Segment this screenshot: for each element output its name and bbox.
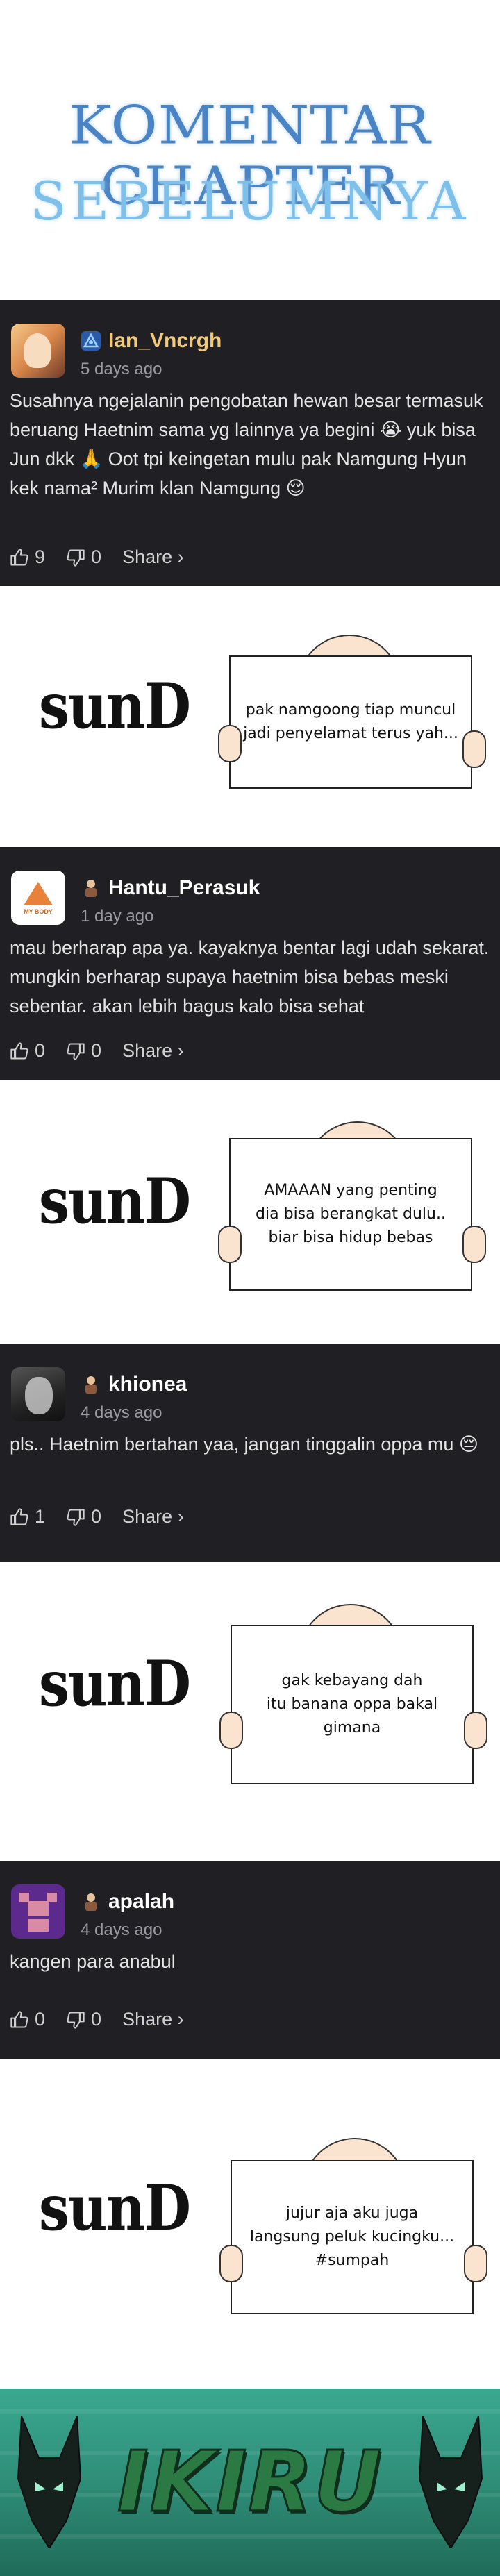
avatar[interactable] [11, 1884, 65, 1939]
like-button[interactable]: 1 [10, 1506, 45, 1528]
reply-panel: sunD gak kebayang dah itu banana oppa ba… [0, 1562, 500, 1861]
sign-text: jujur aja aku juga langsung peluk kucing… [249, 2205, 455, 2269]
comment-card: MY BODY Hantu_Perasuk 1 day ago mau berh… [0, 847, 500, 1080]
username[interactable]: apalah [108, 1890, 174, 1914]
right-hand [464, 2245, 488, 2282]
dislike-button[interactable]: 0 [66, 546, 101, 568]
user-badge-icon [85, 1376, 97, 1394]
like-count: 0 [35, 2009, 46, 2030]
header-title-line2: SEBELUMNYA [30, 170, 470, 232]
share-label: Share › [122, 2009, 184, 2030]
comment-text: Susahnya ngejalanin pengobatan hewan bes… [10, 390, 483, 499]
sign-board: AMAAAN yang penting dia bisa berangkat d… [229, 1138, 472, 1291]
signature: sunD [39, 1648, 191, 1721]
dislike-count: 0 [91, 1506, 102, 1527]
thumbs-up-icon [10, 2010, 28, 2027]
user-badge-icon [81, 331, 101, 351]
like-count: 9 [35, 546, 46, 567]
comment-time: 5 days ago [81, 360, 162, 378]
comment-time: 4 days ago [81, 1403, 162, 1422]
comment-text: mau berharap apa ya. kayaknya bentar lag… [10, 937, 490, 1017]
avatar[interactable] [11, 1367, 65, 1421]
user-badge-icon [85, 1893, 97, 1911]
like-button[interactable]: 9 [10, 546, 45, 568]
like-button[interactable]: 0 [10, 1040, 45, 1062]
wolf-icon [418, 2416, 483, 2548]
thumbs-down-icon [67, 1043, 85, 1060]
sign-board: gak kebayang dah itu banana oppa bakal g… [231, 1625, 474, 1784]
share-label: Share › [122, 546, 184, 567]
comment-time: 4 days ago [81, 1921, 162, 1939]
reply-panel: sunD pak namgoong tiap muncul jadi penye… [0, 586, 500, 847]
user-badge-icon [85, 880, 97, 897]
right-hand [462, 730, 486, 768]
comment-card: khionea 4 days ago pls.. Haetnim bertaha… [0, 1344, 500, 1562]
share-button[interactable]: Share › [122, 1040, 184, 1062]
right-hand [462, 1226, 486, 1263]
share-button[interactable]: Share › [122, 2009, 184, 2030]
like-count: 1 [35, 1506, 46, 1527]
comment-text: pls.. Haetnim bertahan yaa, jangan tingg… [10, 1434, 479, 1455]
signature: sunD [39, 1165, 191, 1238]
sign-text: gak kebayang dah itu banana oppa bakal g… [266, 1672, 438, 1737]
sign-board: jujur aja aku juga langsung peluk kucing… [231, 2160, 474, 2314]
comment-time: 1 day ago [81, 907, 154, 926]
thumbs-down-icon [67, 2012, 85, 2029]
comment-card: apalah 4 days ago kangen para anabul 0 0… [0, 1861, 500, 2059]
dislike-count: 0 [91, 546, 102, 567]
dislike-count: 0 [91, 1040, 102, 1061]
username[interactable]: Hantu_Perasuk [108, 876, 260, 900]
reply-panel: sunD AMAAAN yang penting dia bisa berang… [0, 1080, 500, 1344]
wolf-icon [17, 2416, 82, 2548]
signature: sunD [39, 670, 191, 743]
avatar-logo-text: MY BODY [24, 908, 53, 915]
thumbs-up-icon [10, 1507, 28, 1525]
like-count: 0 [35, 1040, 46, 1061]
username[interactable]: khionea [108, 1373, 187, 1396]
left-hand [218, 1226, 242, 1263]
avatar[interactable] [11, 324, 65, 378]
dislike-button[interactable]: 0 [66, 2009, 101, 2030]
left-hand [219, 2245, 243, 2282]
dislike-count: 0 [91, 2009, 102, 2030]
share-label: Share › [122, 1040, 184, 1061]
dislike-button[interactable]: 0 [66, 1506, 101, 1528]
avatar[interactable]: MY BODY [11, 871, 65, 925]
section-header: KOMENTAR CHAPTER SEBELUMNYA [0, 0, 500, 300]
username[interactable]: Ian_Vncrgh [108, 329, 222, 353]
reply-panel: sunD jujur aja aku juga langsung peluk k… [0, 2059, 500, 2389]
avatar-logo-icon [24, 882, 53, 905]
banner-title: IKIRU [116, 2434, 383, 2532]
thumbs-down-icon [67, 1509, 85, 1526]
sign-text: AMAAAN yang penting dia bisa berangkat d… [256, 1182, 446, 1246]
sign-text: pak namgoong tiap muncul jadi penyelamat… [243, 701, 458, 742]
share-button[interactable]: Share › [122, 1506, 184, 1528]
like-button[interactable]: 0 [10, 2009, 45, 2030]
thumbs-down-icon [67, 549, 85, 567]
sign-board: pak namgoong tiap muncul jadi penyelamat… [229, 655, 472, 789]
comment-text: kangen para anabul [10, 1951, 176, 1972]
comment-card: Ian_Vncrgh 5 days ago Susahnya ngejalani… [0, 300, 500, 586]
share-button[interactable]: Share › [122, 546, 184, 568]
signature: sunD [39, 2172, 191, 2245]
thumbs-up-icon [10, 1042, 28, 1059]
share-label: Share › [122, 1506, 184, 1527]
left-hand [219, 1712, 243, 1749]
left-hand [218, 725, 242, 762]
right-hand [464, 1712, 488, 1749]
thumbs-up-icon [10, 548, 28, 565]
site-banner: IKIRU [0, 2389, 500, 2576]
dislike-button[interactable]: 0 [66, 1040, 101, 1062]
